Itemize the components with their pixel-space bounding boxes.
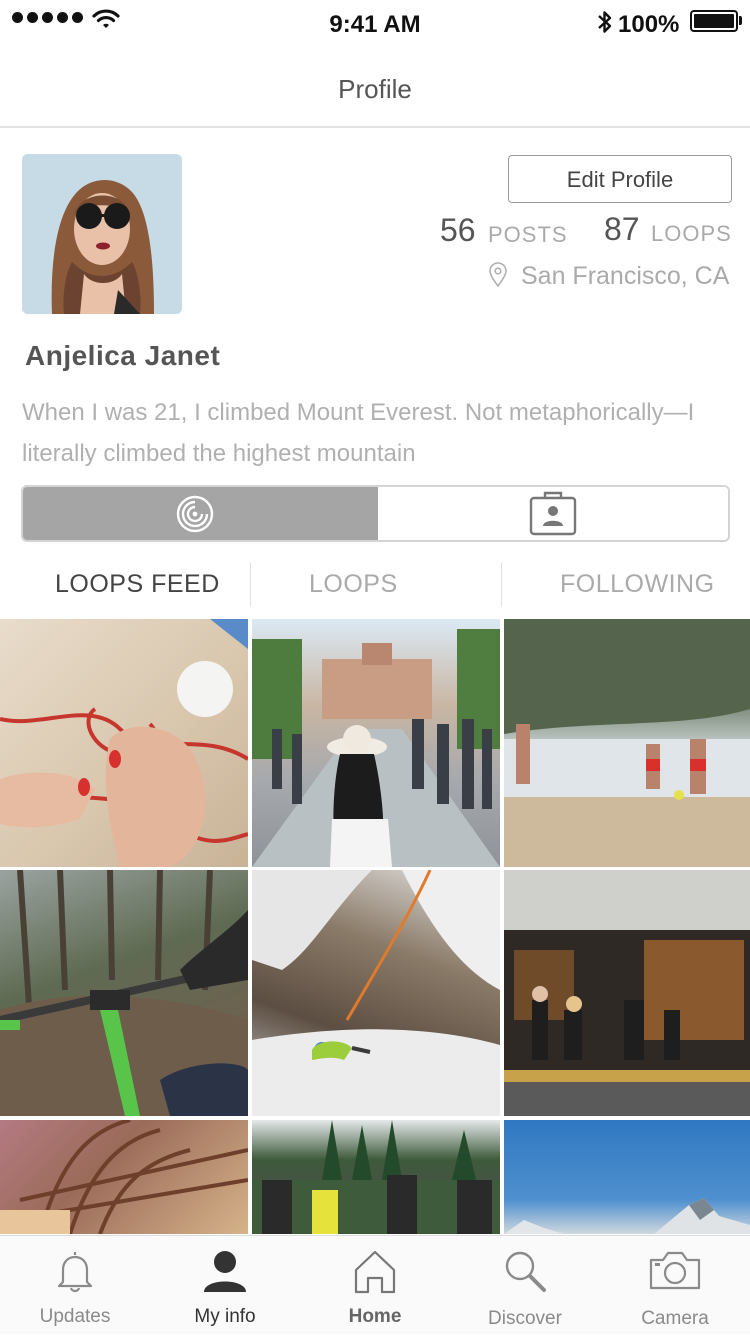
photo-rugby[interactable] <box>252 1120 500 1234</box>
search-icon <box>505 1251 546 1292</box>
profile-bio: When I was 21, I climbed Mount Everest. … <box>22 399 695 467</box>
location-pin-icon <box>489 262 507 288</box>
segment-loops-view[interactable] <box>23 487 378 540</box>
tabbar-label-camera: Camera <box>641 1308 709 1329</box>
photo-knitting[interactable] <box>0 619 248 867</box>
avatar-portrait <box>22 154 182 314</box>
battery-percentage: 100% <box>618 11 680 38</box>
posts-count[interactable]: 56 <box>440 212 476 249</box>
photo-beach-football[interactable] <box>504 619 750 867</box>
home-icon <box>354 1250 396 1294</box>
photo-beach-football-art <box>504 619 750 867</box>
photo-basket-art <box>0 1120 248 1234</box>
photo-mountain-bike-art <box>0 870 248 1116</box>
photo-cafe-art <box>504 870 750 1116</box>
tab-divider <box>250 563 251 607</box>
spiral-icon <box>176 495 214 533</box>
photo-mountain-sky[interactable] <box>504 1120 750 1234</box>
camera-icon <box>649 1251 701 1290</box>
tab-divider <box>501 563 502 607</box>
photo-mountain-bike[interactable] <box>0 870 248 1116</box>
profile-name: Anjelica Janet <box>25 340 221 371</box>
edit-profile-button[interactable]: Edit Profile <box>508 155 732 203</box>
photo-rugby-art <box>252 1120 500 1234</box>
battery-tip <box>739 16 742 25</box>
photo-city-street-art <box>252 629 500 867</box>
view-segmented-control <box>21 485 730 542</box>
photo-city-street[interactable] <box>252 619 500 867</box>
tabbar-camera[interactable]: Camera <box>600 1236 750 1335</box>
tabbar-label-my-info: My info <box>194 1306 256 1327</box>
tab-following[interactable]: FOLLOWING <box>560 570 715 599</box>
tabbar-updates[interactable]: Updates <box>0 1236 150 1335</box>
tabbar-my-info[interactable]: My info <box>150 1236 300 1335</box>
photo-rock-climbing-art <box>252 870 500 1116</box>
person-icon <box>204 1251 246 1292</box>
tab-loops-feed[interactable]: LOOPS FEED <box>55 570 220 599</box>
loops-label[interactable]: LOOPS <box>651 221 732 247</box>
bluetooth-icon <box>598 11 612 33</box>
profile-card-icon <box>529 491 577 536</box>
loops-count[interactable]: 87 <box>604 211 640 248</box>
tabbar-label-updates: Updates <box>39 1306 111 1327</box>
tab-bar: Updates My info Home Discover Camera <box>0 1235 750 1334</box>
page-title: Profile <box>338 74 412 104</box>
nav-divider <box>0 126 750 128</box>
photo-basket[interactable] <box>0 1120 248 1234</box>
battery-icon <box>690 10 738 32</box>
tabbar-label-discover: Discover <box>488 1308 562 1329</box>
tab-loops[interactable]: LOOPS <box>309 570 398 599</box>
status-bar: 9:41 AM 100% <box>0 0 750 50</box>
photo-mountain-sky-art <box>504 1198 750 1234</box>
bell-icon <box>57 1252 93 1293</box>
location-text: San Francisco, CA <box>521 262 730 290</box>
tabbar-home[interactable]: Home <box>300 1236 450 1335</box>
tabbar-discover[interactable]: Discover <box>450 1236 600 1335</box>
tabbar-label-home: Home <box>348 1306 402 1327</box>
photo-cafe[interactable] <box>504 870 750 1116</box>
photo-knitting-art <box>0 619 248 867</box>
posts-label[interactable]: POSTS <box>488 222 568 248</box>
photo-rock-climbing[interactable] <box>252 870 500 1116</box>
segment-profile-view[interactable] <box>378 487 728 540</box>
avatar[interactable] <box>22 154 182 314</box>
